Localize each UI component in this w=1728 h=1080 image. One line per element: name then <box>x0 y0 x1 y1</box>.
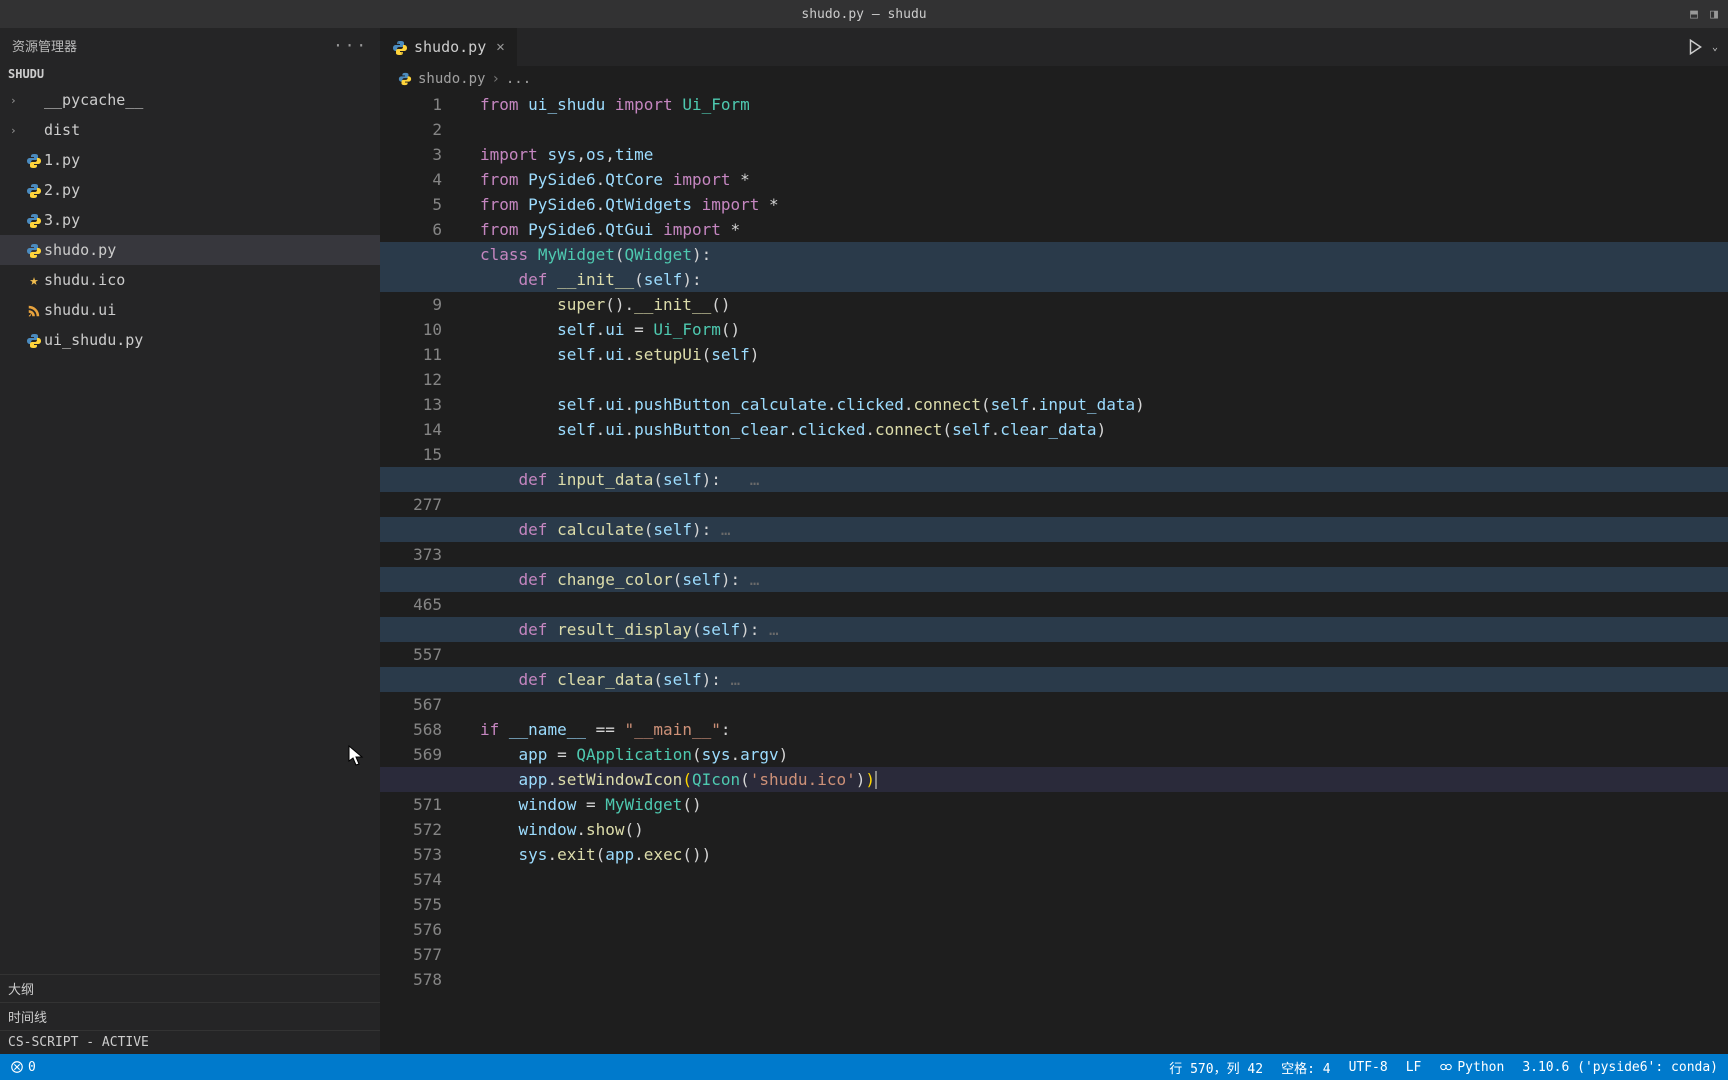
tabbar: shudo.py ✕ ⌄ <box>380 28 1728 66</box>
folder-root[interactable]: SHUDU <box>0 63 380 85</box>
file-label: 1.py <box>44 151 370 169</box>
breadcrumb-file: shudo.py <box>418 71 485 87</box>
file-item-ui-shudu-py[interactable]: ui_shudu.py <box>0 325 380 355</box>
breadcrumb-sep: › <box>491 71 499 87</box>
csscript-section[interactable]: CS-SCRIPT - ACTIVE <box>0 1030 380 1054</box>
file-item---pycache--[interactable]: › __pycache__ <box>0 85 380 115</box>
breadcrumb[interactable]: shudo.py › ... <box>380 66 1728 92</box>
python-icon <box>392 38 408 56</box>
breadcrumb-rest: ... <box>506 71 531 87</box>
sidebar: 资源管理器 ··· SHUDU › __pycache__ › dist 1.py 2.p… <box>0 28 380 1054</box>
status-language[interactable]: Python <box>1439 1058 1504 1077</box>
star-icon: ★ <box>29 271 38 289</box>
file-item-2-py[interactable]: 2.py <box>0 175 380 205</box>
file-label: 2.py <box>44 181 370 199</box>
close-icon[interactable]: ✕ <box>496 39 504 55</box>
python-icon <box>26 181 42 199</box>
file-label: shudu.ui <box>44 301 370 319</box>
layout-side-icon[interactable]: ◨ <box>1706 6 1722 22</box>
python-icon <box>26 211 42 229</box>
statusbar: 0 行 570，列 42 空格: 4 UTF-8 LF Python 3.10.… <box>0 1054 1728 1080</box>
python-icon <box>26 331 42 349</box>
chevron-icon: › <box>10 124 24 137</box>
titlebar: shudo.py — shudu ⬒ ◨ <box>0 0 1728 28</box>
file-label: dist <box>44 121 370 139</box>
code-editor[interactable]: 1234567891011121314151627727837337446546… <box>380 92 1728 1054</box>
python-icon <box>26 151 42 169</box>
outline-section[interactable]: 大纲 <box>0 974 380 1002</box>
chevron-icon: › <box>10 94 24 107</box>
tab-shudo-py[interactable]: shudo.py ✕ <box>380 28 518 66</box>
status-eol[interactable]: LF <box>1406 1058 1422 1077</box>
status-interpreter[interactable]: 3.10.6 ('pyside6': conda) <box>1522 1058 1718 1077</box>
file-label: ui_shudu.py <box>44 331 370 349</box>
status-spaces[interactable]: 空格: 4 <box>1281 1058 1330 1077</box>
file-item-shudu-ico[interactable]: ★ shudu.ico <box>0 265 380 295</box>
file-label: __pycache__ <box>44 91 370 109</box>
python-icon <box>26 241 42 259</box>
file-item-1-py[interactable]: 1.py <box>0 145 380 175</box>
file-label: 3.py <box>44 211 370 229</box>
run-dropdown-icon[interactable]: ⌄ <box>1712 42 1718 53</box>
file-item-shudu-ui[interactable]: shudu.ui <box>0 295 380 325</box>
status-problems[interactable]: 0 <box>10 1060 36 1075</box>
file-item-3-py[interactable]: 3.py <box>0 205 380 235</box>
explorer-more-icon[interactable]: ··· <box>333 36 368 55</box>
python-icon <box>398 71 412 87</box>
layout-panel-icon[interactable]: ⬒ <box>1686 6 1702 22</box>
run-icon[interactable] <box>1686 38 1704 56</box>
file-item-shudo-py[interactable]: shudo.py <box>0 235 380 265</box>
file-label: shudu.ico <box>44 271 370 289</box>
tab-label: shudo.py <box>414 38 486 56</box>
explorer-title: 资源管理器 <box>12 36 333 55</box>
ui-icon <box>27 301 41 319</box>
file-label: shudo.py <box>44 241 370 259</box>
status-encoding[interactable]: UTF-8 <box>1349 1058 1388 1077</box>
file-item-dist[interactable]: › dist <box>0 115 380 145</box>
window-title: shudo.py — shudu <box>801 7 926 22</box>
timeline-section[interactable]: 时间线 <box>0 1002 380 1030</box>
status-position[interactable]: 行 570，列 42 <box>1169 1058 1263 1077</box>
file-tree: › __pycache__ › dist 1.py 2.py 3.py shudo.py ★ sh… <box>0 85 380 974</box>
